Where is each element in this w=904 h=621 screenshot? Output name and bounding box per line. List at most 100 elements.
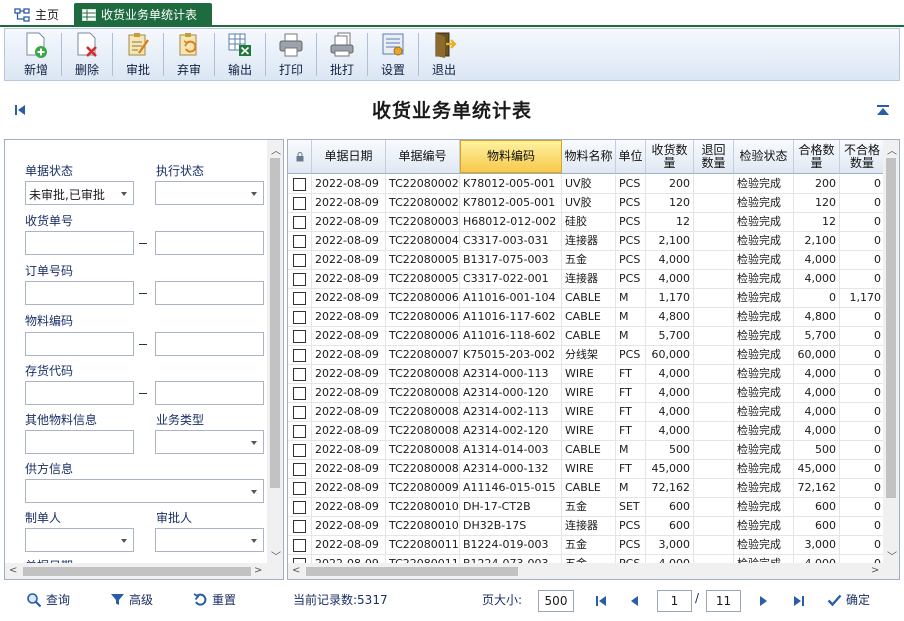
filter-vertical-scrollbar[interactable]: ︿ ﹀ (267, 140, 283, 564)
receipt-no-from-input[interactable] (25, 231, 134, 255)
table-row[interactable]: 2022-08-09 TC22080008 A2314-002-113 WIRE FT 4… (288, 403, 885, 422)
table-row[interactable]: 2022-08-09 TC22080010 DH32B-17S 连接器 PCS 600 检验… (288, 517, 885, 536)
table-row[interactable]: 2022-08-09 TC22080008 A2314-000-132 WIRE FT 4… (288, 460, 885, 479)
tab-receipt-stats[interactable]: 收货业务单统计表 (74, 3, 212, 26)
table-row[interactable]: 2022-08-09 TC22080009 A11146-015-015 CABLE M… (288, 479, 885, 498)
header-select-all[interactable] (288, 140, 312, 173)
order-no-to-input[interactable] (155, 281, 264, 305)
checkbox[interactable] (293, 254, 306, 267)
row-select-checkbox[interactable] (288, 346, 312, 364)
next-page-icon[interactable] (756, 594, 770, 608)
row-select-checkbox[interactable] (288, 479, 312, 497)
header-doc-no[interactable]: 单据编号 (386, 140, 460, 173)
grid-horizontal-scrollbar[interactable]: < > (288, 563, 899, 579)
checkbox[interactable] (293, 425, 306, 438)
header-qualified-qty[interactable]: 合格数量 (794, 140, 840, 173)
header-unqualified-qty[interactable]: 不合格数量 (840, 140, 885, 173)
table-row[interactable]: 2022-08-09 TC22080005 B1317-075-003 五金 PCS 4,… (288, 251, 885, 270)
table-row[interactable]: 2022-08-09 TC22080002 K78012-005-001 UV胶 PCS… (288, 194, 885, 213)
header-doc-date[interactable]: 单据日期 (312, 140, 386, 173)
approve-button[interactable]: 审批 (113, 29, 163, 80)
row-select-checkbox[interactable] (288, 384, 312, 402)
filter-scroll-thumb[interactable] (270, 158, 280, 488)
table-row[interactable]: 2022-08-09 TC22080008 A2314-000-120 WIRE FT 4… (288, 384, 885, 403)
checkbox[interactable] (293, 539, 306, 552)
tab-home[interactable]: 主页 (6, 3, 68, 26)
checkbox[interactable] (293, 273, 306, 286)
table-row[interactable]: 2022-08-09 TC22080002 K78012-005-001 UV胶 PCS… (288, 175, 885, 194)
checkbox[interactable] (293, 330, 306, 343)
grid-hscroll-thumb[interactable] (306, 567, 518, 576)
scroll-right-icon[interactable]: > (871, 565, 879, 576)
table-row[interactable]: 2022-08-09 TC22080003 H68012-012-002 硅胶 PCS 1… (288, 213, 885, 232)
print-button[interactable]: 打印 (266, 29, 316, 80)
row-select-checkbox[interactable] (288, 441, 312, 459)
row-select-checkbox[interactable] (288, 175, 312, 193)
checkbox[interactable] (293, 444, 306, 457)
stock-code-to-input[interactable] (155, 381, 264, 405)
table-row[interactable]: 2022-08-09 TC22080005 C3317-022-001 连接器 PCS 4… (288, 270, 885, 289)
batch-print-button[interactable]: 批打 (317, 29, 367, 80)
doc-status-select[interactable]: 未审批,已审批 (25, 181, 134, 205)
add-button[interactable]: 新增 (11, 29, 61, 80)
row-select-checkbox[interactable] (288, 308, 312, 326)
prev-page-icon[interactable] (628, 594, 642, 608)
scroll-right-icon[interactable]: > (254, 565, 262, 576)
grid-vertical-scrollbar[interactable]: ︿ ﹀ (883, 140, 899, 564)
checkbox[interactable] (293, 349, 306, 362)
checkbox[interactable] (293, 520, 306, 533)
header-returned-qty[interactable]: 退回数量 (694, 140, 734, 173)
row-select-checkbox[interactable] (288, 194, 312, 212)
row-select-checkbox[interactable] (288, 422, 312, 440)
checkbox[interactable] (293, 178, 306, 191)
table-row[interactable]: 2022-08-09 TC22080006 A11016-117-602 CABLE M… (288, 308, 885, 327)
scroll-left-icon[interactable]: < (9, 565, 17, 576)
biz-type-select[interactable] (155, 430, 264, 454)
row-select-checkbox[interactable] (288, 289, 312, 307)
stock-code-from-input[interactable] (25, 381, 134, 405)
row-select-checkbox[interactable] (288, 232, 312, 250)
other-material-input[interactable] (25, 430, 134, 454)
scroll-up-icon[interactable]: ︿ (271, 142, 281, 157)
row-select-checkbox[interactable] (288, 517, 312, 535)
unapprove-button[interactable]: 弃审 (164, 29, 214, 80)
row-select-checkbox[interactable] (288, 365, 312, 383)
confirm-button[interactable]: 确定 (827, 591, 870, 608)
current-page-input[interactable]: 1 (657, 590, 692, 612)
scroll-left-icon[interactable]: < (292, 565, 300, 576)
row-select-checkbox[interactable] (288, 327, 312, 345)
table-row[interactable]: 2022-08-09 TC22080006 A11016-118-602 CABLE M… (288, 327, 885, 346)
exit-button[interactable]: 退出 (419, 29, 469, 80)
checkbox[interactable] (293, 463, 306, 476)
checkbox[interactable] (293, 216, 306, 229)
page-size-input[interactable]: 500 (538, 590, 574, 612)
table-row[interactable]: 2022-08-09 TC22080004 C3317-003-031 连接器 PCS 2… (288, 232, 885, 251)
checkbox[interactable] (293, 501, 306, 514)
header-inspect-status[interactable]: 检验状态 (734, 140, 794, 173)
row-select-checkbox[interactable] (288, 498, 312, 516)
table-row[interactable]: 2022-08-09 TC22080008 A2314-000-113 WIRE FT 4… (288, 365, 885, 384)
checkbox[interactable] (293, 482, 306, 495)
checkbox[interactable] (293, 197, 306, 210)
row-select-checkbox[interactable] (288, 213, 312, 231)
query-button[interactable]: 查询 (26, 591, 70, 608)
row-select-checkbox[interactable] (288, 536, 312, 554)
row-select-checkbox[interactable] (288, 251, 312, 269)
approver-select[interactable] (155, 528, 264, 552)
scroll-down-icon[interactable]: ﹀ (887, 548, 897, 563)
exec-status-select[interactable] (155, 181, 264, 205)
last-page-icon[interactable] (792, 594, 806, 608)
creator-select[interactable] (25, 528, 134, 552)
filter-hscroll-thumb[interactable] (23, 567, 251, 576)
row-select-checkbox[interactable] (288, 270, 312, 288)
table-row[interactable]: 2022-08-09 TC22080008 A1314-014-003 CABLE M 5… (288, 441, 885, 460)
table-row[interactable]: 2022-08-09 TC22080008 A2314-002-120 WIRE FT 4… (288, 422, 885, 441)
checkbox[interactable] (293, 235, 306, 248)
header-unit[interactable]: 单位 (616, 140, 646, 173)
material-code-to-input[interactable] (155, 332, 264, 356)
checkbox[interactable] (293, 311, 306, 324)
delete-button[interactable]: 删除 (62, 29, 112, 80)
grid-scroll-thumb[interactable] (886, 158, 896, 498)
supplier-select[interactable] (25, 479, 264, 503)
header-material-code[interactable]: 物料编码 (460, 140, 562, 173)
